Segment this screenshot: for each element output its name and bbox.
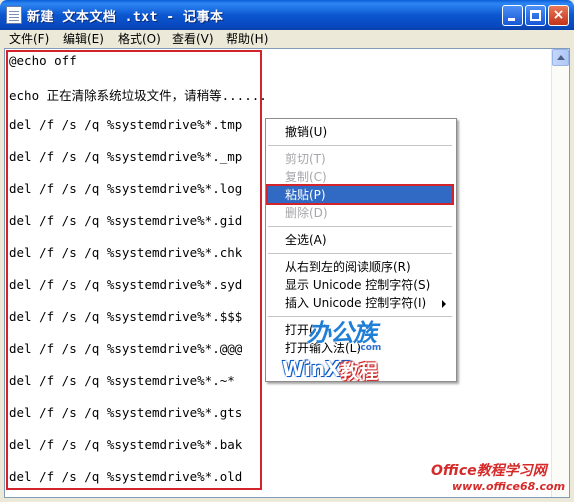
ctx-separator	[268, 253, 452, 254]
paste-highlight-box	[266, 184, 454, 205]
text-highlight-box	[6, 50, 262, 490]
watermark-tutorial: 教程	[340, 361, 379, 383]
menu-view[interactable]: 查看(V)	[172, 31, 214, 47]
menu-bar: 文件(F) 编辑(E) 格式(O) 查看(V) 帮助(H)	[0, 30, 574, 48]
close-button[interactable]: ×	[548, 5, 569, 26]
watermark-office-site: Office教程学习网	[431, 463, 547, 479]
vertical-scrollbar[interactable]	[551, 49, 569, 497]
maximize-icon	[530, 10, 541, 21]
menu-edit[interactable]: 编辑(E)	[63, 31, 104, 47]
menu-format[interactable]: 格式(O)	[118, 31, 161, 47]
notepad-icon[interactable]	[6, 6, 22, 24]
ctx-undo[interactable]: 撤销(U)	[285, 123, 327, 141]
ctx-delete[interactable]: 删除(D)	[285, 204, 328, 222]
ctx-rtl-reading[interactable]: 从右到左的阅读顺序(R)	[285, 258, 411, 276]
minimize-icon	[508, 18, 515, 21]
ctx-separator	[268, 145, 452, 146]
notepad-window: 新建 文本文档 .txt - 记事本 × 文件(F) 编辑(E) 格式(O) 查…	[0, 0, 574, 502]
close-icon: ×	[552, 7, 565, 23]
title-bar[interactable]: 新建 文本文档 .txt - 记事本 ×	[0, 0, 574, 30]
scroll-up-button[interactable]	[552, 49, 569, 66]
menu-help[interactable]: 帮助(H)	[226, 31, 268, 47]
submenu-arrow-icon	[442, 300, 446, 308]
watermark-office-url: www.office68.com	[452, 480, 566, 493]
watermark-brand-url: .com	[357, 343, 382, 353]
ctx-show-unicode[interactable]: 显示 Unicode 控制字符(S)	[285, 276, 430, 294]
maximize-button[interactable]	[525, 5, 546, 26]
minimize-button[interactable]	[502, 5, 523, 26]
ctx-cut[interactable]: 剪切(T)	[285, 150, 326, 168]
ctx-separator	[268, 226, 452, 227]
ctx-select-all[interactable]: 全选(A)	[285, 231, 327, 249]
menu-file[interactable]: 文件(F)	[9, 31, 49, 47]
window-title: 新建 文本文档 .txt - 记事本	[27, 10, 224, 25]
ctx-insert-unicode[interactable]: 插入 Unicode 控制字符(I)	[285, 294, 426, 312]
